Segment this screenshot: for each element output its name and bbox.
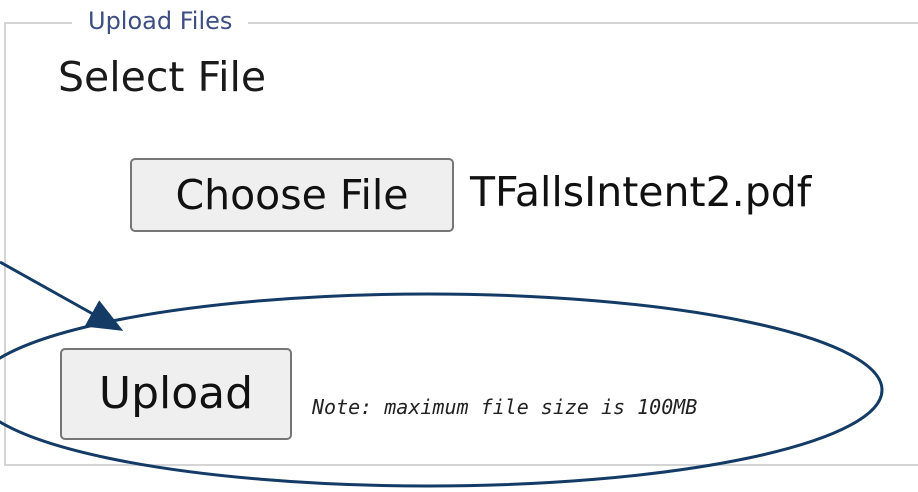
upload-button[interactable]: Upload bbox=[60, 348, 292, 440]
selected-file-name: TFallsIntent2.pdf bbox=[470, 168, 812, 216]
file-size-note: Note: maximum file size is 100MB bbox=[312, 395, 698, 419]
select-file-heading: Select File bbox=[58, 53, 267, 101]
upload-files-legend: Upload Files bbox=[72, 6, 249, 36]
choose-file-button[interactable]: Choose File bbox=[130, 158, 454, 232]
